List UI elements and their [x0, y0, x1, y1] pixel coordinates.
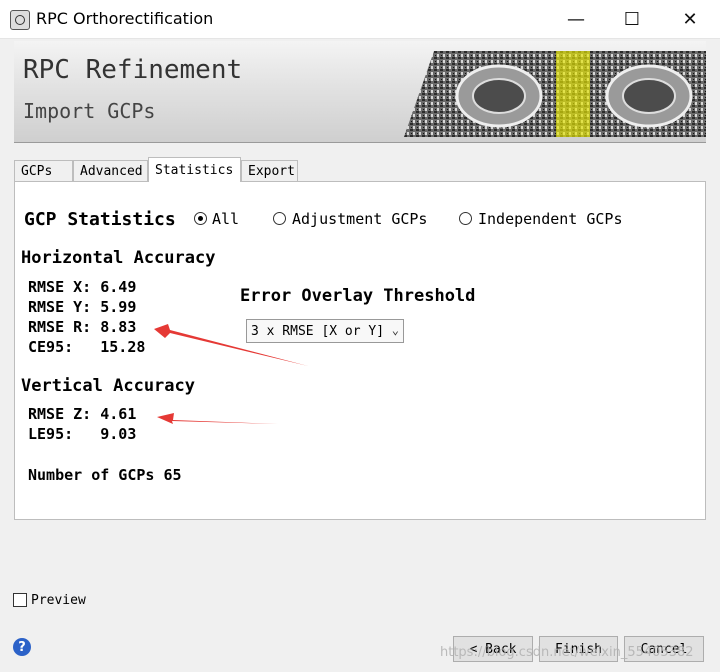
rmse-y-value: RMSE Y: 5.99: [28, 298, 137, 316]
title-bar: RPC Orthorectification — ☐ ✕: [0, 0, 720, 39]
radio-independent-gcps[interactable]: [459, 212, 472, 225]
preview-checkbox[interactable]: [13, 593, 27, 607]
header-banner: RPC Refinement Import GCPs: [14, 41, 706, 143]
tab-advanced[interactable]: Advanced: [73, 160, 148, 181]
app-icon: [10, 10, 30, 30]
tab-statistics[interactable]: Statistics: [148, 157, 241, 182]
preview-label[interactable]: Preview: [31, 593, 86, 608]
vertical-accuracy-heading: Vertical Accuracy: [21, 376, 195, 396]
window-title: RPC Orthorectification: [36, 9, 214, 28]
rmse-x-value: RMSE X: 6.49: [28, 278, 137, 296]
radio-adjustment-gcps-label[interactable]: Adjustment GCPs: [292, 210, 427, 228]
error-overlay-heading: Error Overlay Threshold: [240, 286, 476, 306]
radio-adjustment-gcps[interactable]: [273, 212, 286, 225]
help-icon[interactable]: ?: [13, 638, 31, 656]
watermark: https://blog.csdn.net/weixin_55405382: [440, 645, 694, 660]
radio-all-label[interactable]: All: [212, 210, 239, 228]
tab-export[interactable]: Export: [241, 160, 298, 181]
ce95-value: CE95: 15.28: [28, 338, 146, 356]
gcp-count: Number of GCPs 65: [28, 466, 182, 484]
maximize-button[interactable]: ☐: [604, 0, 660, 38]
satellite-image: [404, 51, 706, 137]
banner-title: RPC Refinement: [23, 55, 243, 85]
error-overlay-select[interactable]: 3 x RMSE [X or Y] ⌄: [246, 319, 404, 343]
minimize-button[interactable]: —: [548, 0, 604, 38]
radio-independent-gcps-label[interactable]: Independent GCPs: [478, 210, 623, 228]
radio-all[interactable]: [194, 212, 207, 225]
le95-value: LE95: 9.03: [28, 425, 137, 443]
banner-subtitle: Import GCPs: [23, 99, 156, 123]
gcp-statistics-heading: GCP Statistics: [24, 209, 176, 230]
close-button[interactable]: ✕: [662, 0, 718, 38]
horizontal-accuracy-heading: Horizontal Accuracy: [21, 248, 216, 268]
rmse-r-value: RMSE R: 8.83: [28, 318, 137, 336]
rmse-z-value: RMSE Z: 4.61: [28, 405, 137, 423]
tab-gcps[interactable]: GCPs: [14, 160, 73, 181]
chevron-down-icon: ⌄: [391, 323, 399, 337]
error-overlay-selected: 3 x RMSE [X or Y]: [251, 323, 385, 339]
statistics-panel: GCP Statistics All Adjustment GCPs Indep…: [14, 181, 706, 520]
